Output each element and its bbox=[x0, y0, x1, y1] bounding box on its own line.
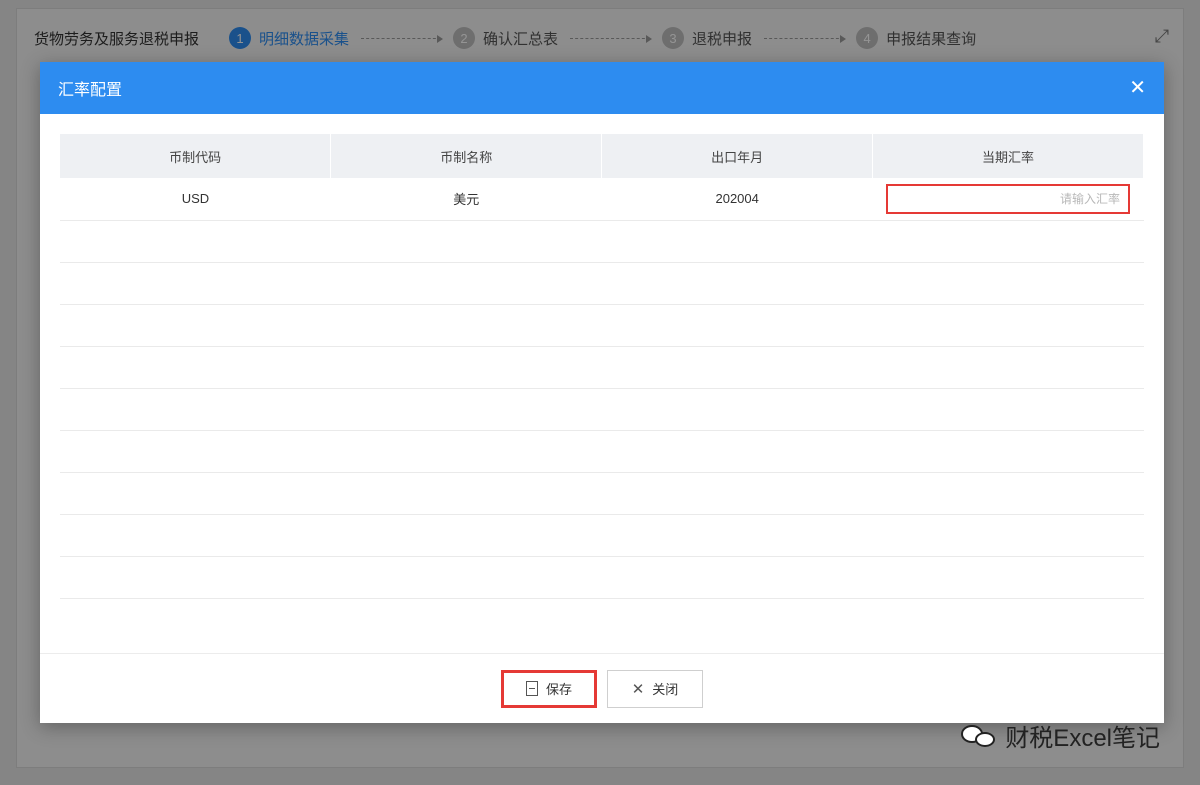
exchange-rate-dialog: 汇率配置 ✕ 币制代码 币制名称 出口年月 当期汇率 USD 美元 202004 bbox=[40, 62, 1164, 723]
dialog-title: 汇率配置 bbox=[58, 82, 123, 99]
export-period-cell: 202004 bbox=[601, 178, 873, 221]
empty-row bbox=[60, 556, 1144, 599]
rate-input[interactable] bbox=[886, 183, 1131, 214]
close-icon[interactable]: ✕ bbox=[1129, 78, 1146, 98]
column-header-currency-name: 币制名称 bbox=[330, 134, 603, 178]
empty-row bbox=[60, 304, 1144, 347]
save-icon bbox=[525, 681, 538, 696]
rate-table-container: 币制代码 币制名称 出口年月 当期汇率 USD 美元 202004 bbox=[60, 134, 1144, 652]
column-header-currency-code: 币制代码 bbox=[60, 134, 332, 178]
empty-row bbox=[60, 262, 1144, 305]
currency-code-cell: USD bbox=[60, 178, 331, 221]
rate-cell bbox=[872, 178, 1144, 221]
empty-row bbox=[60, 430, 1144, 473]
watermark-text: 财税Excel笔记 bbox=[1005, 725, 1160, 752]
currency-name-cell: 美元 bbox=[330, 178, 602, 221]
close-button-label: 关闭 bbox=[652, 682, 679, 697]
empty-row bbox=[60, 388, 1144, 431]
empty-row bbox=[60, 514, 1144, 557]
rate-table: 币制代码 币制名称 出口年月 当期汇率 USD 美元 202004 bbox=[60, 134, 1144, 599]
empty-row bbox=[60, 220, 1144, 263]
save-button-label: 保存 bbox=[545, 682, 572, 697]
close-button[interactable]: ✕ 关闭 bbox=[607, 669, 703, 708]
column-header-export-period: 出口年月 bbox=[601, 134, 874, 178]
dialog-footer: 保存 ✕ 关闭 bbox=[40, 653, 1164, 723]
empty-row bbox=[60, 346, 1144, 389]
close-icon: ✕ bbox=[631, 680, 645, 698]
table-row: USD 美元 202004 bbox=[60, 178, 1144, 221]
column-header-current-rate: 当期汇率 bbox=[872, 134, 1144, 178]
save-button[interactable]: 保存 bbox=[501, 669, 597, 708]
empty-row bbox=[60, 472, 1144, 515]
wechat-icon bbox=[961, 723, 997, 749]
table-header-row: 币制代码 币制名称 出口年月 当期汇率 bbox=[60, 134, 1144, 178]
dialog-header: 汇率配置 ✕ bbox=[40, 62, 1164, 114]
watermark: 财税Excel笔记 bbox=[961, 718, 1160, 753]
